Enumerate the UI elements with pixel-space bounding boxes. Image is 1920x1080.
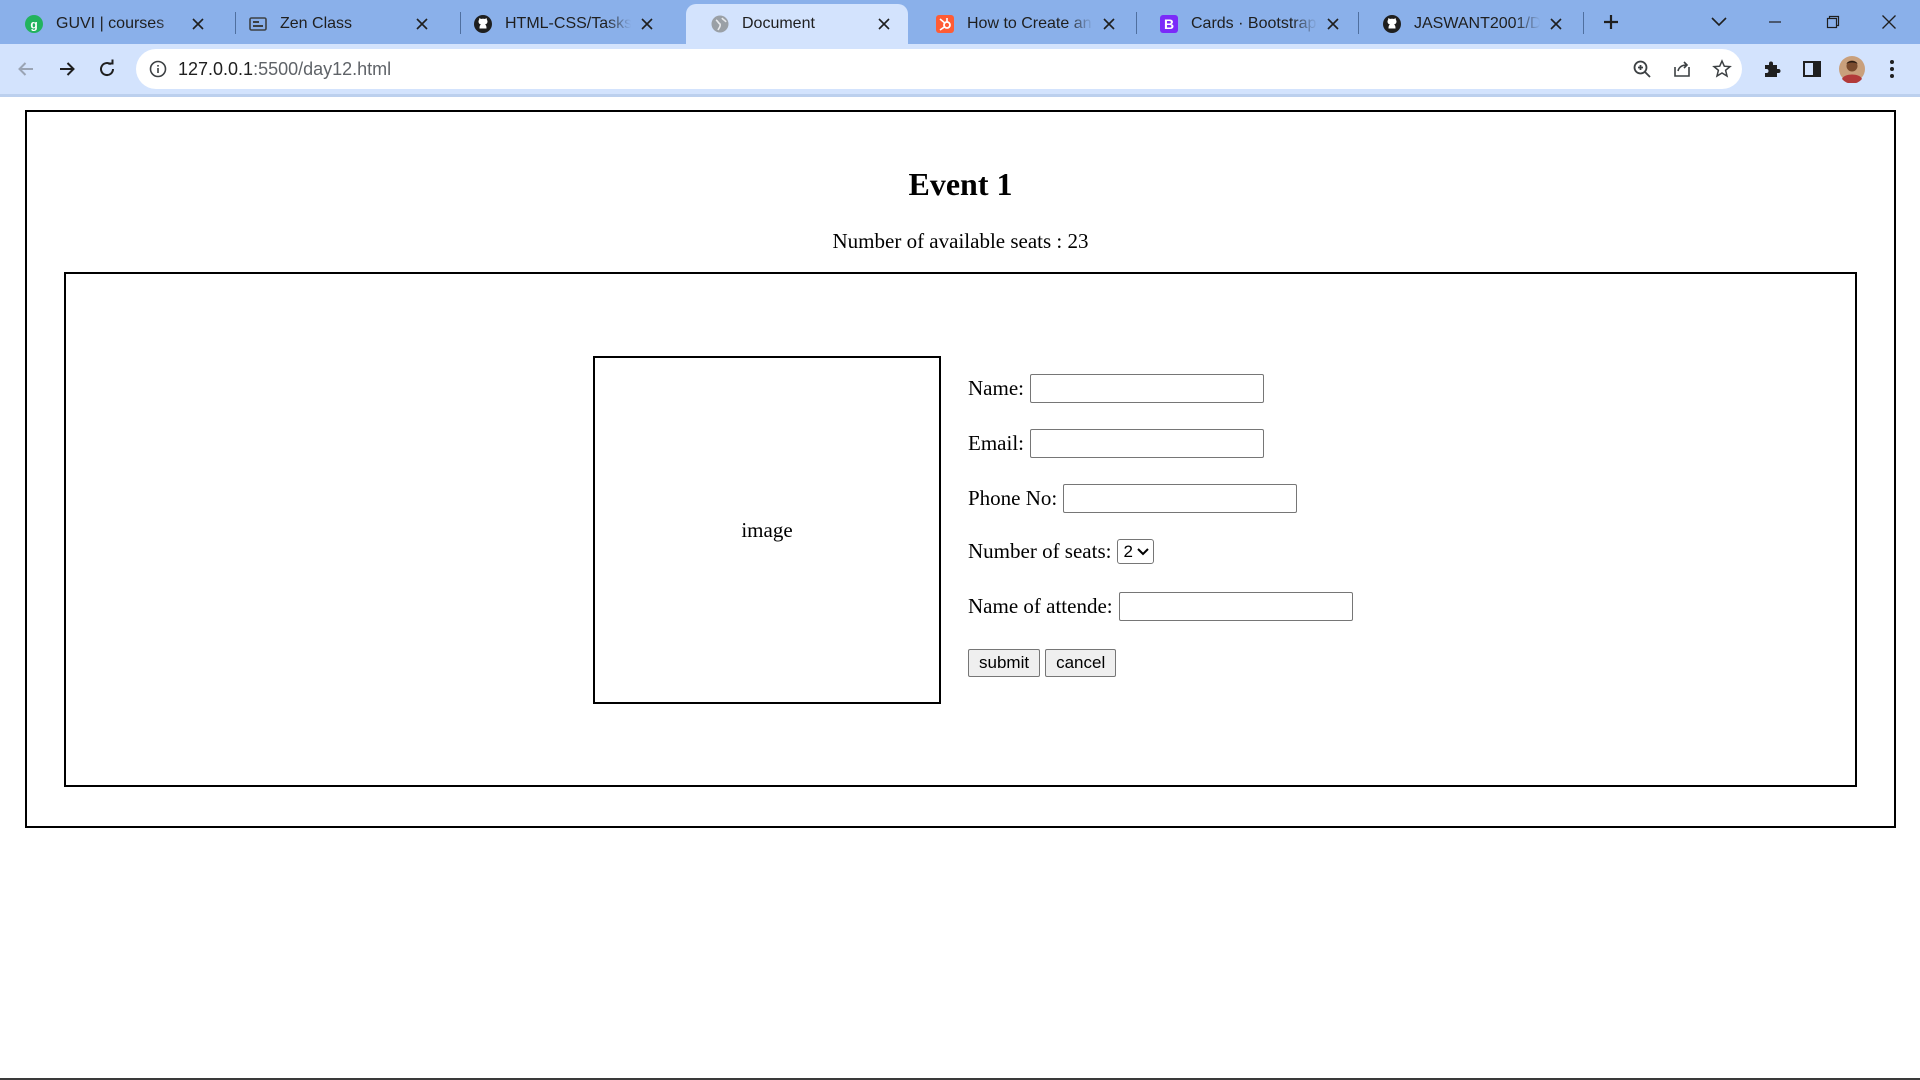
- tab-title: Document: [742, 15, 815, 32]
- available-seats-text: Number of available seats : 23: [832, 229, 1089, 253]
- url-host: 127.0.0.1: [178, 59, 254, 79]
- tab-document[interactable]: Document: [686, 4, 908, 44]
- close-icon: [1882, 15, 1896, 29]
- event-title: Event 1: [908, 166, 1013, 202]
- close-window-button[interactable]: [1872, 6, 1906, 38]
- address-bar[interactable]: 127.0.0.1:5500/day12.html: [136, 49, 1742, 89]
- phone-field[interactable]: [1063, 484, 1298, 513]
- close-icon[interactable]: [1323, 14, 1343, 34]
- tab-zen-class[interactable]: Zen Class: [224, 6, 446, 42]
- hubspot-icon: [935, 14, 955, 34]
- minimize-icon: [1769, 21, 1781, 23]
- arrow-left-icon: [18, 62, 33, 76]
- event-image-placeholder: image: [593, 356, 941, 704]
- url-text[interactable]: 127.0.0.1:5500/day12.html: [178, 59, 391, 80]
- bootstrap-icon: B: [1159, 14, 1179, 34]
- restore-button[interactable]: [1816, 6, 1850, 38]
- arrow-right-icon: [60, 62, 75, 76]
- restore-icon: [1826, 15, 1840, 29]
- close-icon[interactable]: [188, 14, 208, 34]
- tab-cards-bootstrap[interactable]: B Cards · Bootstrap v5.: [1135, 6, 1357, 42]
- name-field[interactable]: [1029, 374, 1264, 403]
- url-path: :5500/day12.html: [253, 59, 392, 79]
- name-row: Name:: [968, 374, 1264, 403]
- puzzle-icon: [1765, 61, 1781, 77]
- browser-toolbar: 127.0.0.1:5500/day12.html: [0, 44, 1920, 94]
- tab-title: How to Create an HT: [967, 15, 1093, 32]
- svg-text:B: B: [1164, 16, 1174, 32]
- info-icon[interactable]: [148, 59, 168, 79]
- globe-icon: [710, 14, 730, 34]
- close-icon[interactable]: [637, 14, 657, 34]
- svg-text:g: g: [30, 18, 37, 32]
- tab-title: Cards · Bootstrap v5.: [1191, 15, 1317, 32]
- minimize-button[interactable]: [1758, 6, 1792, 38]
- side-panel-button[interactable]: [1796, 53, 1828, 85]
- tab-title: GUVI | courses: [56, 15, 165, 32]
- tab-title: Zen Class: [280, 15, 353, 32]
- avatar: [1839, 56, 1865, 83]
- close-icon[interactable]: [1546, 14, 1566, 34]
- share-icon[interactable]: [1670, 57, 1694, 81]
- page-viewport: Event 1 Number of available seats : 23 i…: [0, 97, 1920, 1080]
- tab-guvi[interactable]: g GUVI | courses: [0, 6, 222, 42]
- submit-button[interactable]: submit: [968, 649, 1041, 677]
- image-placeholder-text: image: [741, 517, 793, 542]
- name-label: Name:: [968, 376, 1024, 400]
- email-field[interactable]: [1030, 429, 1264, 458]
- bookmark-star-icon[interactable]: [1710, 57, 1734, 81]
- zen-class-icon: [248, 14, 268, 34]
- new-tab-button[interactable]: [1594, 6, 1628, 38]
- extensions-button[interactable]: [1756, 53, 1788, 85]
- tab-html-css-tasks[interactable]: HTML-CSS/Tasks/eve: [449, 6, 671, 42]
- tab-separator: [1583, 12, 1584, 34]
- phone-row: Phone No:: [968, 484, 1298, 513]
- menu-button[interactable]: [1876, 53, 1908, 85]
- chevron-down-icon: [1137, 547, 1149, 556]
- profile-button[interactable]: [1836, 53, 1868, 85]
- tab-title: HTML-CSS/Tasks/eve: [505, 15, 631, 32]
- forward-button[interactable]: [49, 51, 85, 87]
- tab-strip: g GUVI | courses Zen Class HTML-CSS/Task…: [0, 0, 1920, 44]
- reload-button[interactable]: [89, 51, 125, 87]
- guvi-icon: g: [24, 14, 44, 34]
- tab-jaswant-day[interactable]: JASWANT2001/Day-: [1358, 6, 1580, 42]
- attendee-label: Name of attende:: [968, 594, 1113, 618]
- back-button[interactable]: [8, 51, 44, 87]
- seats-label: Number of seats:: [968, 539, 1112, 563]
- tab-search-button[interactable]: [1702, 6, 1736, 38]
- seats-row: Number of seats: 2: [968, 539, 1154, 564]
- close-icon[interactable]: [1099, 14, 1119, 34]
- more-vert-icon: [1890, 60, 1894, 78]
- reload-icon: [100, 59, 115, 77]
- github-icon: [473, 14, 493, 34]
- actions-row: submit cancel: [968, 649, 1117, 677]
- tab-how-to-create[interactable]: How to Create an HT: [911, 6, 1133, 42]
- chevron-down-icon: [1711, 17, 1727, 27]
- seats-select[interactable]: 2: [1117, 539, 1154, 564]
- event-container: Event 1 Number of available seats : 23 i…: [25, 110, 1896, 828]
- github-icon: [1382, 14, 1402, 34]
- booking-card: image Name: Email: Phone No: Number of s…: [64, 272, 1857, 787]
- attendee-field[interactable]: [1118, 592, 1353, 621]
- email-row: Email:: [968, 429, 1264, 458]
- close-icon[interactable]: [874, 14, 894, 34]
- seats-select-value: 2: [1123, 541, 1133, 561]
- cancel-button[interactable]: cancel: [1045, 649, 1117, 677]
- close-icon[interactable]: [412, 14, 432, 34]
- attendee-row: Name of attende:: [968, 592, 1353, 621]
- phone-label: Phone No:: [968, 486, 1058, 510]
- tab-title: JASWANT2001/Day-: [1414, 15, 1540, 32]
- email-label: Email:: [968, 431, 1024, 455]
- zoom-icon[interactable]: [1630, 57, 1654, 81]
- side-panel-icon: [1803, 61, 1821, 77]
- plus-icon: [1604, 15, 1618, 29]
